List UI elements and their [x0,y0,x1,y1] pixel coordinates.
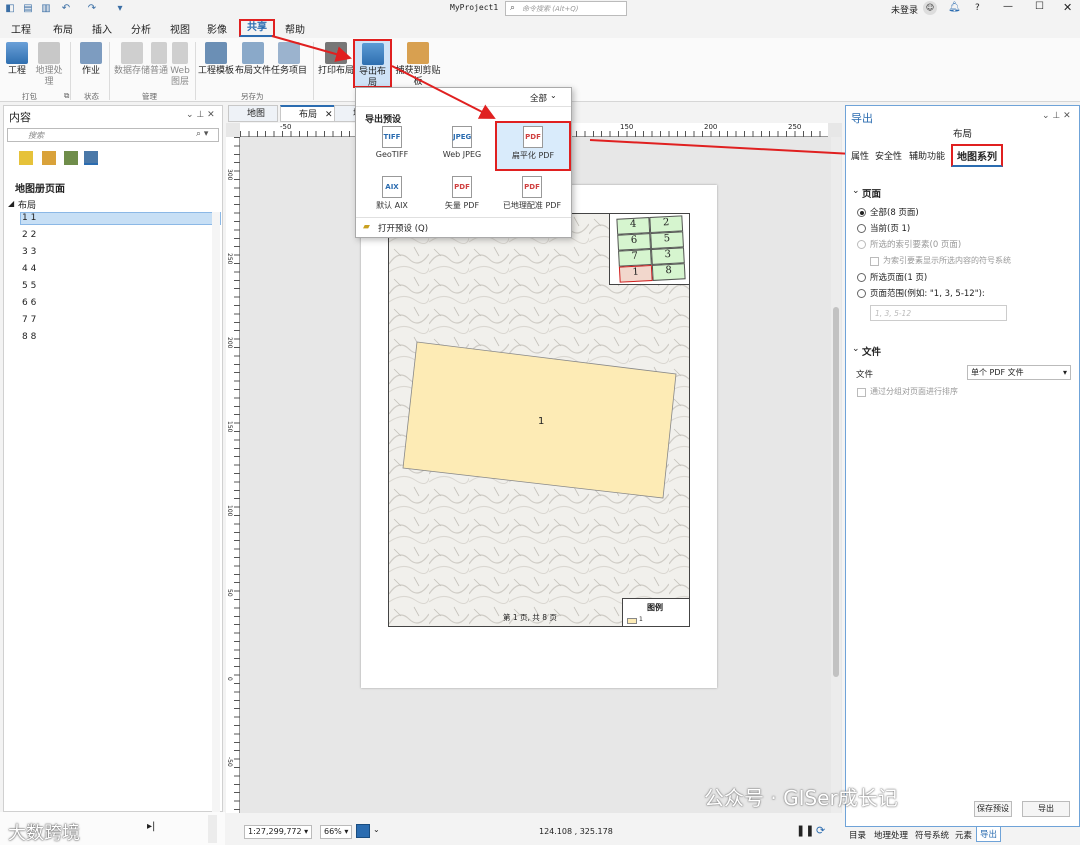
chevron-down-icon[interactable]: ⌄ [852,344,860,354]
tab-symbology[interactable]: 符号系统 [915,829,949,841]
radio-label: 当前(页 1) [870,224,911,234]
radio-current-page[interactable] [857,224,866,233]
cursor-coords: 124.108 , 325.178 [539,827,613,836]
tab-map-series[interactable]: 地图系列 [951,144,1003,167]
page-range-input[interactable]: 1, 3, 5-12 [870,305,1007,321]
zoom-select[interactable]: 66% ▾ [320,825,352,839]
pane-title: 导出 [851,112,873,125]
radio-label: 所选的索引要素(0 页面) [870,240,962,250]
pane-options-icon[interactable]: ⌄ ⊥ ✕ [1042,111,1071,121]
symbology-checkbox[interactable] [870,257,879,266]
radio-label: 所选页面(1 页) [870,273,928,283]
export-pane: 导出 ⌄ ⊥ ✕ 布局 属性 安全性 辅助功能 地图系列 ⌄ 页面 全部(8 页… [845,105,1080,827]
chevron-down-icon: ▾ [1062,368,1067,377]
save-preset-button[interactable]: 保存预设 [974,801,1012,817]
export-subtitle: 布局 [953,129,973,140]
tab-geoprocessing[interactable]: 地理处理 [874,829,908,841]
radio-all-pages[interactable] [857,208,866,217]
file-label: 文件 [856,370,874,380]
tab-elements[interactable]: 元素 [955,829,972,841]
pause-icon[interactable]: ❚❚ [796,824,814,837]
pages-section: 页面 [862,189,882,200]
checkbox-label: 通过分组对页面进行排序 [870,387,958,396]
tab-export[interactable]: 导出 [976,827,1002,842]
sort-by-group-checkbox[interactable] [857,388,866,397]
chevron-down-icon[interactable]: ⌄ [852,186,860,196]
radio-label: 全部(8 页面) [870,208,919,218]
tab-accessibility[interactable]: 辅助功能 [909,149,945,162]
watermark-right: 公众号 · GISer成长记 [704,786,898,810]
export-button[interactable]: 导出 [1022,801,1070,817]
chevron-down-icon[interactable]: ⌄ [373,825,380,834]
refresh-icon[interactable]: ⟳ [816,824,825,837]
scale-select[interactable]: 1:27,299,772 ▾ [244,825,312,839]
tab-properties[interactable]: 属性 [851,149,869,162]
checkbox-label: 为索引要素显示所选内容的符号系统 [883,256,1011,265]
radio-selected-index[interactable] [857,240,866,249]
status-bar: 1:27,299,772 ▾ 66% ▾ ⌄ 124.108 , 325.178… [226,822,842,842]
bottom-pane-tabs: 目录 地理处理 符号系统 元素 导出 [845,827,1080,845]
tab-security[interactable]: 安全性 [875,149,902,162]
radio-selected-pages[interactable] [857,273,866,282]
grid-toggle-icon[interactable] [356,824,370,838]
tab-catalog[interactable]: 目录 [849,829,866,841]
file-section: 文件 [862,347,882,358]
file-mode-select[interactable]: 单个 PDF 文件 ▾ [967,365,1071,380]
radio-label: 页面范围(例如: "1, 3, 5-12"): [870,289,985,299]
radio-page-range[interactable] [857,289,866,298]
